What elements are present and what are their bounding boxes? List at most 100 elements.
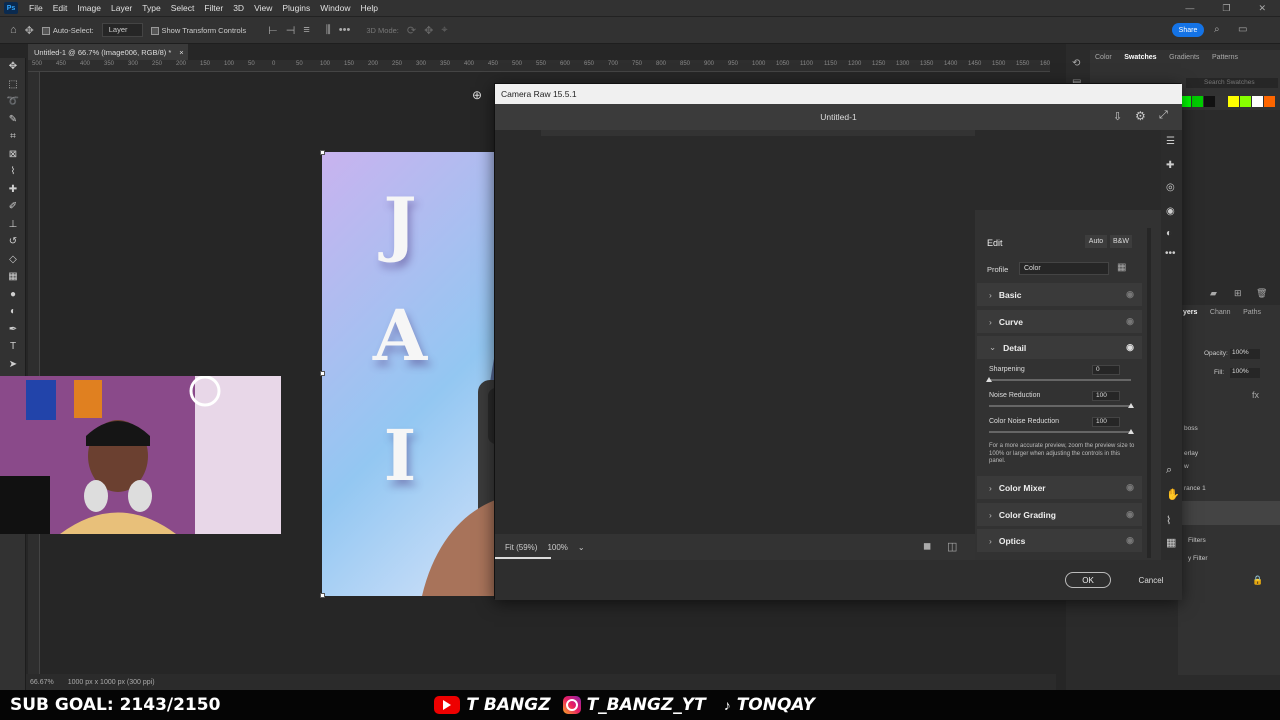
fx-icon[interactable]: fx [1252,390,1259,400]
eyedropper-tool-icon[interactable]: ⌇ [0,163,26,181]
menu-filter[interactable]: Filter [199,3,228,13]
layer-name[interactable]: y Filter [1188,555,1208,562]
more-icon[interactable]: ••• [1165,248,1176,259]
menu-edit[interactable]: Edit [48,3,73,13]
new-swatch-icon[interactable]: ⊞ [1234,288,1242,299]
presets-icon[interactable]: ◐ [1166,228,1172,239]
align-left-icon[interactable]: ⊢ [268,24,278,37]
workspace-icon[interactable]: ▭ [1238,24,1247,35]
swatch-search-input[interactable]: Search Swatches [1186,78,1278,88]
color-swatch[interactable] [1192,96,1203,107]
tab-channels[interactable]: Chann [1205,305,1236,320]
tab-swatches[interactable]: Swatches [1119,50,1161,65]
layer-name[interactable]: w [1184,463,1189,470]
fullscreen-icon[interactable]: ⤢ [1159,109,1168,122]
zoom-100-button[interactable]: 100% [547,543,567,552]
more-options-icon[interactable]: ••• [339,24,351,36]
menu-plugins[interactable]: Plugins [277,3,315,13]
color-noise-reduction-track[interactable] [989,431,1131,433]
section-basic[interactable]: › Basic ◉ [977,283,1142,306]
eye-icon[interactable]: ◉ [1126,535,1134,546]
color-swatch[interactable] [1264,96,1275,107]
close-window-icon[interactable]: ✕ [1258,3,1266,14]
sharpening-value[interactable]: 0 [1092,365,1120,375]
home-icon[interactable]: ⌂ [10,24,17,36]
layer-name[interactable]: erlay [1184,450,1198,457]
camera-raw-preview[interactable] [495,130,975,534]
brush-tool-icon[interactable]: ✐ [0,198,26,216]
transform-handle-left[interactable] [320,371,325,376]
crop-tool-icon[interactable]: ⌗ [0,128,26,146]
before-after-icon[interactable]: ◫ [947,540,957,553]
show-transform-checkbox[interactable]: Show Transform Controls [150,25,246,35]
history-brush-icon[interactable]: ↺ [0,233,26,251]
color-swatch[interactable] [1228,96,1239,107]
zoom-dropdown-icon[interactable]: ⌄ [578,543,585,552]
folder-icon[interactable]: ▰ [1210,288,1217,299]
menu-type[interactable]: Type [137,3,165,13]
move-tool-icon[interactable]: ✥ [25,24,34,37]
eye-icon[interactable]: ◉ [1126,342,1134,353]
dodge-tool-icon[interactable]: ◐ [0,303,26,321]
gear-icon[interactable]: ⚙ [1135,109,1146,123]
align-center-icon[interactable]: ⊣ [286,24,296,37]
menu-3d[interactable]: 3D [228,3,249,13]
eye-icon[interactable]: ◉ [1126,289,1134,300]
section-curve[interactable]: › Curve ◉ [977,310,1142,333]
sampler-icon[interactable]: ⌇ [1166,514,1171,527]
type-tool-icon[interactable]: T [0,338,26,356]
close-tab-icon[interactable]: × [179,48,183,57]
color-noise-reduction-value[interactable]: 100 [1092,417,1120,427]
blur-tool-icon[interactable]: ● [0,286,26,304]
menu-view[interactable]: View [249,3,277,13]
color-swatch[interactable] [1252,96,1263,107]
ok-button[interactable]: OK [1065,572,1111,588]
search-icon[interactable]: ⌕ [1214,24,1220,35]
profile-select[interactable]: Color [1019,262,1109,275]
tab-gradients[interactable]: Gradients [1164,50,1204,65]
eraser-tool-icon[interactable]: ◇ [0,251,26,269]
menu-help[interactable]: Help [355,3,382,13]
menu-file[interactable]: File [24,3,48,13]
lock-icon[interactable]: 🔒 [1252,575,1263,586]
frame-tool-icon[interactable]: ⊠ [0,146,26,164]
color-swatch[interactable] [1240,96,1251,107]
panel-scrollbar[interactable] [1147,228,1151,558]
menu-select[interactable]: Select [166,3,200,13]
section-optics[interactable]: › Optics ◉ [977,529,1142,552]
path-select-icon[interactable]: ➤ [0,356,26,374]
zoom-tool-icon[interactable]: ⌕ [1166,464,1172,477]
single-view-icon[interactable]: ◼ [923,541,931,552]
edit-sliders-icon[interactable]: ☰ [1166,136,1175,147]
color-swatch[interactable] [1216,96,1227,107]
zoom-fit-button[interactable]: Fit (59%) [505,543,537,552]
healing-tool-icon[interactable]: ✚ [0,181,26,199]
zoom-level[interactable]: 66.67% [30,679,54,686]
minimize-icon[interactable]: — [1185,3,1194,14]
profile-browser-icon[interactable]: ▦ [1117,262,1126,273]
fill-field[interactable]: 100% [1230,368,1260,378]
stamp-tool-icon[interactable]: ⊥ [0,216,26,234]
layer-name[interactable]: rance 1 [1184,485,1206,492]
hand-tool-icon[interactable]: ✋ [1166,488,1180,501]
section-color-grading[interactable]: › Color Grading ◉ [977,503,1142,526]
quick-select-tool-icon[interactable]: ✎ [0,111,26,129]
sharpening-track[interactable] [989,379,1131,381]
tab-color[interactable]: Color [1090,50,1117,65]
eye-icon[interactable]: ◉ [1126,509,1134,520]
masking-icon[interactable]: ◎ [1166,182,1175,193]
menu-window[interactable]: Window [315,3,355,13]
transform-handle-top-left[interactable] [320,150,325,155]
lasso-tool-icon[interactable]: ➰ [0,93,26,111]
document-tab[interactable]: Untitled-1 @ 66.7% (Image006, RGB/8) * × [28,44,188,60]
trash-icon[interactable]: 🗑 [1256,288,1267,299]
pen-tool-icon[interactable]: ✒ [0,321,26,339]
layer-name[interactable]: Filters [1188,537,1206,544]
3d-pan-icon[interactable]: ✥ [424,24,433,37]
cancel-button[interactable]: Cancel [1131,572,1171,588]
marquee-tool-icon[interactable]: ⬚ [0,76,26,94]
save-image-icon[interactable]: ⇩ [1113,110,1122,123]
tab-paths[interactable]: Paths [1238,305,1266,320]
gradient-tool-icon[interactable]: ▦ [0,268,26,286]
sharpening-thumb[interactable] [986,377,992,382]
